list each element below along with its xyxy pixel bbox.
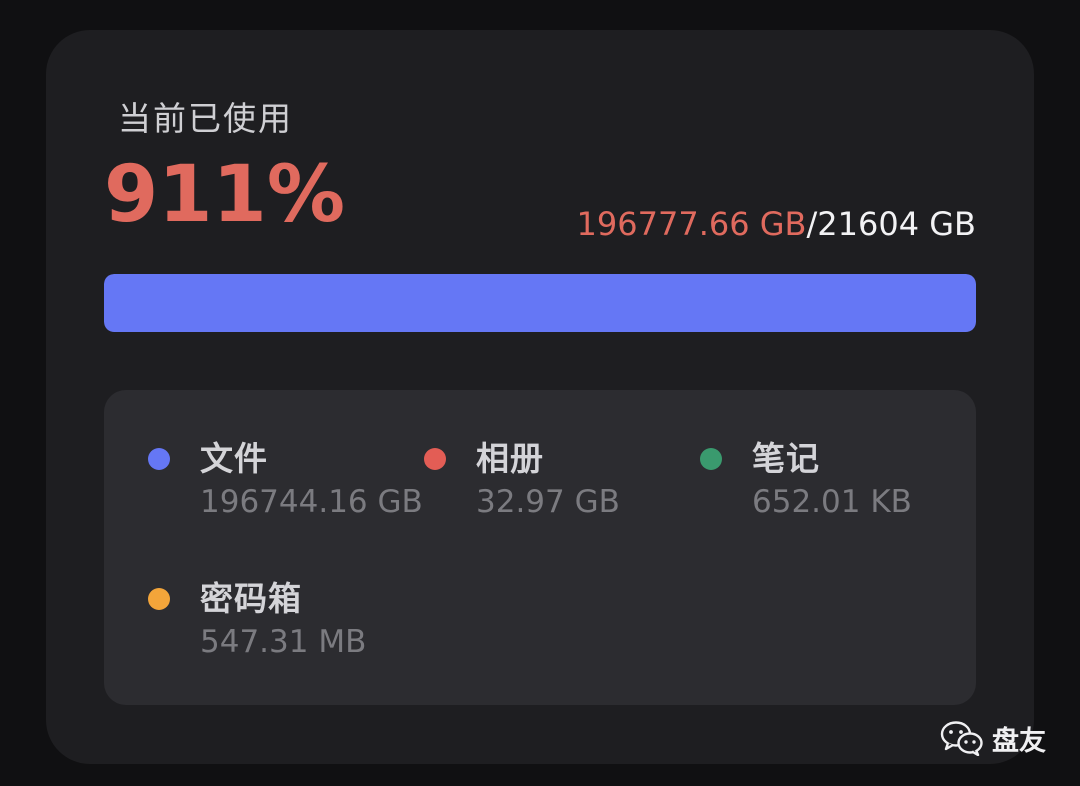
breakdown-value: 196744.16 GB [200, 484, 423, 520]
vault-color-dot [148, 588, 170, 610]
watermark-text: 盘友 [992, 725, 1046, 757]
breakdown-value: 652.01 KB [752, 484, 912, 520]
breakdown-label: 相册 [476, 439, 544, 478]
usage-progress-bar [104, 274, 976, 332]
wechat-icon [940, 721, 983, 756]
usage-progress-fill [104, 274, 976, 332]
breakdown-value: 32.97 GB [476, 484, 620, 520]
breakdown-value: 547.31 MB [200, 624, 367, 660]
breakdown-label: 密码箱 [200, 579, 302, 618]
storage-title: 当前已使用 [118, 99, 293, 138]
usage-separator: / [806, 205, 818, 243]
breakdown-panel: 文件 196744.16 GB 相册 32.97 GB 笔记 652.01 KB… [104, 390, 976, 705]
total-capacity: 21604 GB [817, 205, 976, 243]
breakdown-label: 笔记 [752, 439, 820, 478]
used-amount: 196777.66 GB [576, 205, 807, 243]
watermark: 盘友 [940, 718, 1046, 758]
storage-card: 当前已使用 911% 196777.66 GB/21604 GB 文件 1967… [46, 30, 1034, 764]
notes-color-dot [700, 448, 722, 470]
usage-amount: 196777.66 GB/21604 GB [577, 205, 976, 243]
breakdown-label: 文件 [200, 439, 268, 478]
files-color-dot [148, 448, 170, 470]
usage-percent: 911% [104, 150, 345, 240]
photos-color-dot [424, 448, 446, 470]
